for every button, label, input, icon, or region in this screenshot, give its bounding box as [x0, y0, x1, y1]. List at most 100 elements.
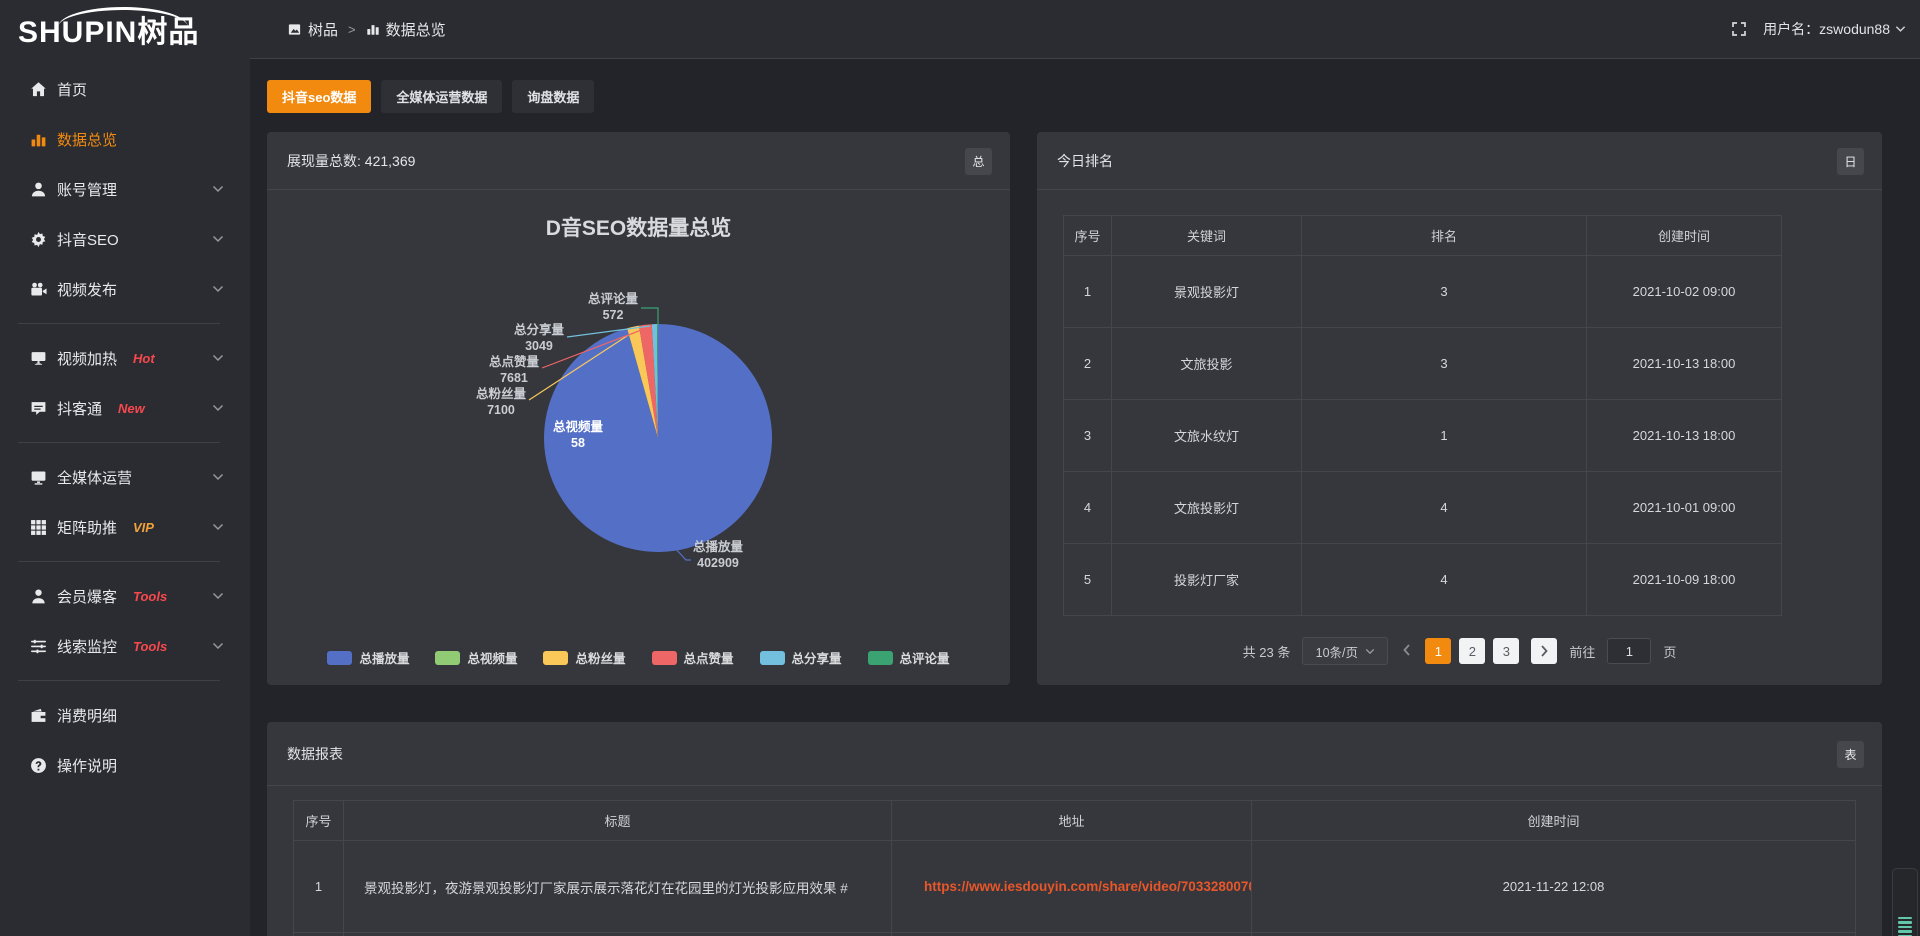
tab-询盘数据[interactable]: 询盘数据	[512, 80, 594, 113]
pie-label-总播放量: 总播放量402909	[693, 539, 743, 572]
chevron-down-icon	[212, 285, 224, 293]
sidebar-item-label: 线索监控	[57, 636, 117, 657]
prev-page-button[interactable]	[1400, 644, 1413, 659]
table-row: 2文旅投影32021-10-13 18:00	[1064, 328, 1782, 400]
table-cell: 2021-10-02 09:00	[1587, 256, 1782, 328]
table-cell: 3	[1064, 400, 1112, 472]
sidebar-item-badge: Hot	[133, 351, 155, 366]
legend-item-总粉丝量[interactable]: 总粉丝量	[543, 648, 625, 667]
sidebar-item-badge: Tools	[133, 589, 167, 604]
sidebar-item-消费明细[interactable]: 消费明细	[0, 690, 250, 740]
pie-label-总分享量: 总分享量3049	[514, 322, 564, 355]
sidebar-item-badge: VIP	[133, 520, 154, 535]
sidebar-item-线索监控[interactable]: 线索监控 Tools	[0, 621, 250, 671]
screen-icon	[30, 350, 47, 367]
bar-chart-icon	[366, 22, 380, 36]
legend-item-总评论量[interactable]: 总评论量	[868, 648, 950, 667]
home-icon	[30, 81, 47, 98]
sidebar-item-抖音SEO[interactable]: 抖音SEO	[0, 214, 250, 264]
next-page-button[interactable]	[1531, 638, 1557, 664]
legend-item-总播放量[interactable]: 总播放量	[327, 648, 409, 667]
breadcrumb-current: 数据总览	[366, 19, 446, 40]
page-button-1[interactable]: 1	[1425, 638, 1451, 664]
table-cell: 文旅水纹灯	[1112, 400, 1302, 472]
user-icon	[30, 181, 47, 198]
overview-card-header: 展现量总数: 421,369	[267, 132, 1010, 190]
pie-chart[interactable]	[267, 190, 1010, 685]
page-unit-label: 页	[1663, 642, 1676, 661]
sidebar-item-全媒体运营[interactable]: 全媒体运营	[0, 452, 250, 502]
logo: SHUPIN树品	[0, 7, 250, 51]
table-row: 1景观投影灯，夜游景观投影灯厂家展示展示落花灯在花园里的灯光投影应用效果 #ht…	[294, 841, 1856, 933]
column-header-序号: 序号	[1064, 216, 1112, 256]
page-button-2[interactable]: 2	[1459, 638, 1485, 664]
sidebar-item-badge: New	[118, 401, 145, 416]
page-button-3[interactable]: 3	[1493, 638, 1519, 664]
sidebar-item-首页[interactable]: 首页	[0, 64, 250, 114]
sidebar-item-badge: Tools	[133, 639, 167, 654]
sidebar-item-label: 首页	[57, 79, 87, 100]
sliders-icon	[30, 638, 47, 655]
sidebar-item-label: 抖客通	[57, 398, 102, 419]
sidebar-item-抖客通[interactable]: 抖客通 New	[0, 383, 250, 433]
pie-label-name: 总评论量	[588, 291, 638, 307]
table-badge-button[interactable]: 表	[1837, 741, 1864, 768]
fullscreen-icon[interactable]	[1731, 21, 1747, 37]
breadcrumb-root[interactable]: 树品	[287, 19, 338, 40]
pie-label-name: 总点赞量	[489, 354, 539, 370]
page-size-select[interactable]: 10条/页	[1302, 637, 1388, 665]
sidebar-item-数据总览[interactable]: 数据总览	[0, 114, 250, 164]
pie-label-value: 402909	[693, 555, 743, 571]
video-link[interactable]: https://www.iesdouyin.com/share/video/70…	[924, 879, 1252, 894]
report-card-title: 数据报表	[287, 744, 343, 764]
sidebar-item-label: 视频加热	[57, 348, 117, 369]
wallet-icon	[30, 707, 47, 724]
user-menu[interactable]: 用户名：zswodun88	[1763, 19, 1906, 39]
bar-chart-icon	[30, 131, 47, 148]
legend-item-总视频量[interactable]: 总视频量	[435, 648, 517, 667]
sidebar-item-视频发布[interactable]: 视频发布	[0, 264, 250, 314]
tab-全媒体运营数据[interactable]: 全媒体运营数据	[381, 80, 502, 113]
total-badge-button[interactable]: 总	[965, 148, 992, 175]
column-header-创建时间: 创建时间	[1252, 801, 1856, 841]
day-badge-button[interactable]: 日	[1837, 148, 1864, 175]
sidebar-item-会员爆客[interactable]: 会员爆客Tools	[0, 571, 250, 621]
monitor-icon	[30, 469, 47, 486]
sidebar-item-操作说明[interactable]: 操作说明	[0, 740, 250, 790]
sidebar-item-label: 全媒体运营	[57, 467, 132, 488]
table-cell: 景观投影灯	[1112, 256, 1302, 328]
chevron-down-icon	[212, 354, 224, 362]
legend-label: 总播放量	[359, 648, 409, 667]
chevron-right-icon	[1540, 645, 1549, 657]
legend-swatch	[652, 651, 677, 665]
sidebar-item-矩阵助推[interactable]: 矩阵助推VIP	[0, 502, 250, 552]
seo-overview-card: 展现量总数: 421,369 总 D音SEO数据量总览 总播放量402909总视…	[267, 132, 1010, 685]
table-row: 1景观投影灯32021-10-02 09:00	[1064, 256, 1782, 328]
sidebar-item-label: 操作说明	[57, 755, 117, 776]
column-header-创建时间: 创建时间	[1587, 216, 1782, 256]
pie-chart-area: D音SEO数据量总览 总播放量402909总视频量58总粉丝量7100总点赞量7…	[267, 190, 1010, 685]
chevron-down-icon	[212, 642, 224, 650]
app-root: SHUPIN树品 树品 > 数据总览 用户名：zswodun88	[0, 0, 1920, 936]
data-report-card: 数据报表 表 序号标题地址创建时间 1景观投影灯，夜游景观投影灯厂家展示展示落花…	[267, 722, 1882, 936]
person-icon	[30, 588, 47, 605]
grid-icon	[30, 519, 47, 536]
sidebar-item-账号管理[interactable]: 账号管理	[0, 164, 250, 214]
sidebar-item-label: 消费明细	[57, 705, 117, 726]
sidebar-item-视频加热[interactable]: 视频加热 Hot	[0, 333, 250, 383]
video-camera-icon	[30, 281, 47, 298]
table-cell: 2	[1064, 328, 1112, 400]
sidebar-item-label: 抖音SEO	[57, 229, 119, 250]
table-cell: 3	[1302, 256, 1587, 328]
ranking-card-title: 今日排名	[1057, 151, 1113, 171]
tab-抖音seo数据[interactable]: 抖音seo数据	[267, 80, 371, 113]
pie-label-value: 7681	[489, 370, 539, 386]
goto-page-input[interactable]	[1607, 638, 1651, 664]
floating-widget[interactable]	[1892, 868, 1918, 936]
report-table: 序号标题地址创建时间 1景观投影灯，夜游景观投影灯厂家展示展示落花灯在花园里的灯…	[293, 800, 1856, 936]
legend-item-总点赞量[interactable]: 总点赞量	[652, 648, 734, 667]
legend-swatch	[435, 651, 460, 665]
pie-label-name: 总播放量	[693, 539, 743, 555]
legend-item-总分享量[interactable]: 总分享量	[760, 648, 842, 667]
chevron-down-icon	[1365, 648, 1375, 655]
